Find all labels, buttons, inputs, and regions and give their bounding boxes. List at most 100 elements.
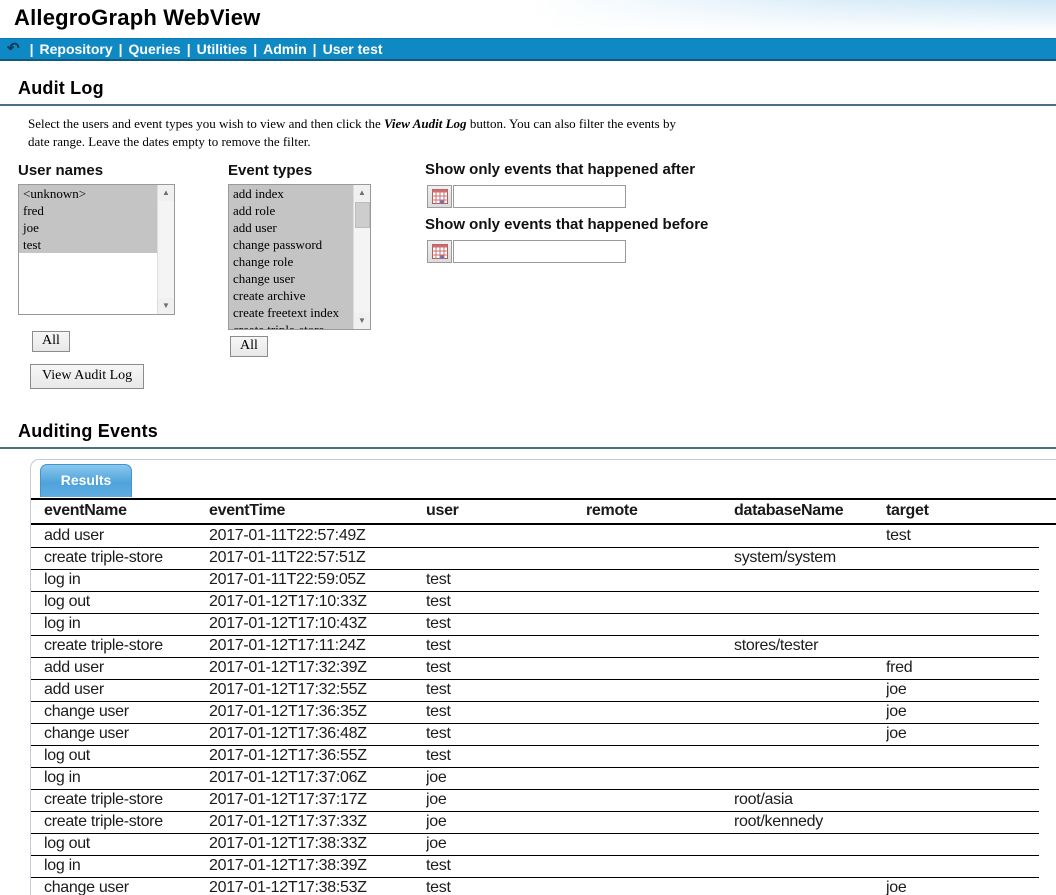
table-cell — [734, 701, 886, 723]
table-cell: create triple-store — [31, 635, 209, 657]
table-cell — [886, 635, 1039, 657]
auditing-events-heading: Auditing Events — [0, 421, 1056, 449]
table-cell — [734, 855, 886, 877]
table-row: log out2017-01-12T17:38:33Zjoe — [31, 833, 1039, 855]
tab-results[interactable]: Results — [40, 464, 132, 497]
table-row: log out2017-01-12T17:36:55Ztest — [31, 745, 1039, 767]
list-option[interactable]: create freetext index — [229, 304, 353, 321]
table-cell: 2017-01-12T17:36:55Z — [209, 745, 426, 767]
table-row: add user2017-01-12T17:32:39Ztestfred — [31, 657, 1039, 679]
user-names-items: <unknown>fredjoetest — [19, 185, 157, 314]
table-cell — [586, 569, 734, 591]
table-cell: joe — [886, 877, 1039, 895]
table-cell: log out — [31, 591, 209, 613]
filters-area: User names <unknown>fredjoetest ▲ ▼ All … — [0, 159, 1056, 421]
scroll-down-icon[interactable]: ▼ — [354, 313, 370, 329]
list-option[interactable]: add role — [229, 202, 353, 219]
view-audit-log-button[interactable]: View Audit Log — [30, 364, 144, 389]
table-cell — [586, 701, 734, 723]
table-cell: 2017-01-12T17:10:43Z — [209, 613, 426, 635]
nav-bar: ↶ |Repository|Queries|Utilities|Admin|Us… — [0, 38, 1056, 61]
scroll-up-icon[interactable]: ▲ — [354, 185, 370, 201]
table-cell — [586, 855, 734, 877]
table-cell: add user — [31, 657, 209, 679]
scroll-down-icon[interactable]: ▼ — [158, 298, 174, 314]
table-cell — [734, 569, 886, 591]
table-cell: log in — [31, 767, 209, 789]
table-cell: test — [426, 613, 586, 635]
after-filter-label: Show only events that happened after — [425, 161, 695, 178]
table-header-row: eventNameeventTimeuserremotedatabaseName… — [31, 500, 1056, 524]
table-cell: stores/tester — [734, 635, 886, 657]
before-date-input[interactable] — [453, 240, 626, 263]
nav-item-user-test[interactable]: User test — [323, 41, 383, 57]
list-option[interactable]: change user — [229, 270, 353, 287]
list-option[interactable]: add index — [229, 185, 353, 202]
list-option[interactable]: <unknown> — [19, 185, 157, 202]
table-cell: 2017-01-11T22:57:49Z — [209, 525, 426, 547]
table-cell: log in — [31, 613, 209, 635]
table-cell: system/system — [734, 547, 886, 569]
table-cell — [734, 525, 886, 547]
calendar-icon[interactable] — [427, 240, 452, 263]
table-cell — [886, 811, 1039, 833]
table-cell: 2017-01-12T17:32:39Z — [209, 657, 426, 679]
table-cell: 2017-01-12T17:32:55Z — [209, 679, 426, 701]
table-cell: joe — [426, 767, 586, 789]
before-filter-label: Show only events that happened before — [425, 216, 708, 233]
nav-item-admin[interactable]: Admin — [263, 41, 307, 57]
list-option[interactable]: change role — [229, 253, 353, 270]
nav-separator: | — [119, 41, 123, 57]
table-cell: joe — [886, 679, 1039, 701]
before-filter-row — [427, 240, 626, 263]
table-row: log in2017-01-12T17:10:43Ztest — [31, 613, 1039, 635]
column-header-remote: remote — [586, 500, 734, 524]
table-row: create triple-store2017-01-12T17:11:24Zt… — [31, 635, 1039, 657]
nav-items: |Repository|Queries|Utilities|Admin|User… — [24, 39, 383, 59]
table-cell: test — [426, 679, 586, 701]
table-row: change user2017-01-12T17:36:48Ztestjoe — [31, 723, 1039, 745]
table-row: create triple-store2017-01-11T22:57:51Zs… — [31, 547, 1039, 569]
table-cell: create triple-store — [31, 789, 209, 811]
calendar-icon[interactable] — [427, 185, 452, 208]
nav-item-utilities[interactable]: Utilities — [197, 41, 248, 57]
list-option[interactable]: add user — [229, 219, 353, 236]
table-row: log in2017-01-11T22:59:05Ztest — [31, 569, 1039, 591]
table-cell — [886, 613, 1039, 635]
user-names-listbox[interactable]: <unknown>fredjoetest ▲ ▼ — [18, 184, 175, 315]
event-types-all-button[interactable]: All — [230, 336, 268, 357]
table-cell — [734, 745, 886, 767]
table-cell — [586, 833, 734, 855]
event-types-listbox[interactable]: add indexadd roleadd userchange password… — [228, 184, 371, 330]
user-names-all-button[interactable]: All — [32, 331, 70, 352]
nav-item-repository[interactable]: Repository — [40, 41, 113, 57]
scroll-up-icon[interactable]: ▲ — [158, 185, 174, 201]
table-cell: test — [426, 723, 586, 745]
table-cell — [886, 547, 1039, 569]
list-option[interactable]: fred — [19, 202, 157, 219]
table-cell — [586, 635, 734, 657]
list-option[interactable]: create archive — [229, 287, 353, 304]
table-cell — [586, 767, 734, 789]
after-date-input[interactable] — [453, 185, 626, 208]
list-option[interactable]: create triple-store — [229, 321, 353, 329]
list-option[interactable]: joe — [19, 219, 157, 236]
table-cell — [586, 547, 734, 569]
list-option[interactable]: change password — [229, 236, 353, 253]
results-panel: Results eventNameeventTimeuserremotedata… — [30, 459, 1056, 895]
list-option[interactable]: test — [19, 236, 157, 253]
table-row: log in2017-01-12T17:38:39Ztest — [31, 855, 1039, 877]
table-cell: 2017-01-12T17:11:24Z — [209, 635, 426, 657]
back-arrow-icon[interactable]: ↶ — [7, 39, 20, 59]
audit-log-description: Select the users and event types you wis… — [28, 115, 683, 151]
table-cell — [586, 679, 734, 701]
table-cell — [586, 591, 734, 613]
table-cell — [586, 525, 734, 547]
nav-item-queries[interactable]: Queries — [129, 41, 181, 57]
table-cell: create triple-store — [31, 547, 209, 569]
audit-table-header: eventNameeventTimeuserremotedatabaseName… — [31, 500, 1056, 525]
scrollbar-thumb[interactable] — [355, 202, 370, 228]
user-names-scrollbar[interactable]: ▲ ▼ — [157, 185, 174, 314]
event-types-scrollbar[interactable]: ▲ ▼ — [353, 185, 370, 329]
table-cell — [886, 767, 1039, 789]
